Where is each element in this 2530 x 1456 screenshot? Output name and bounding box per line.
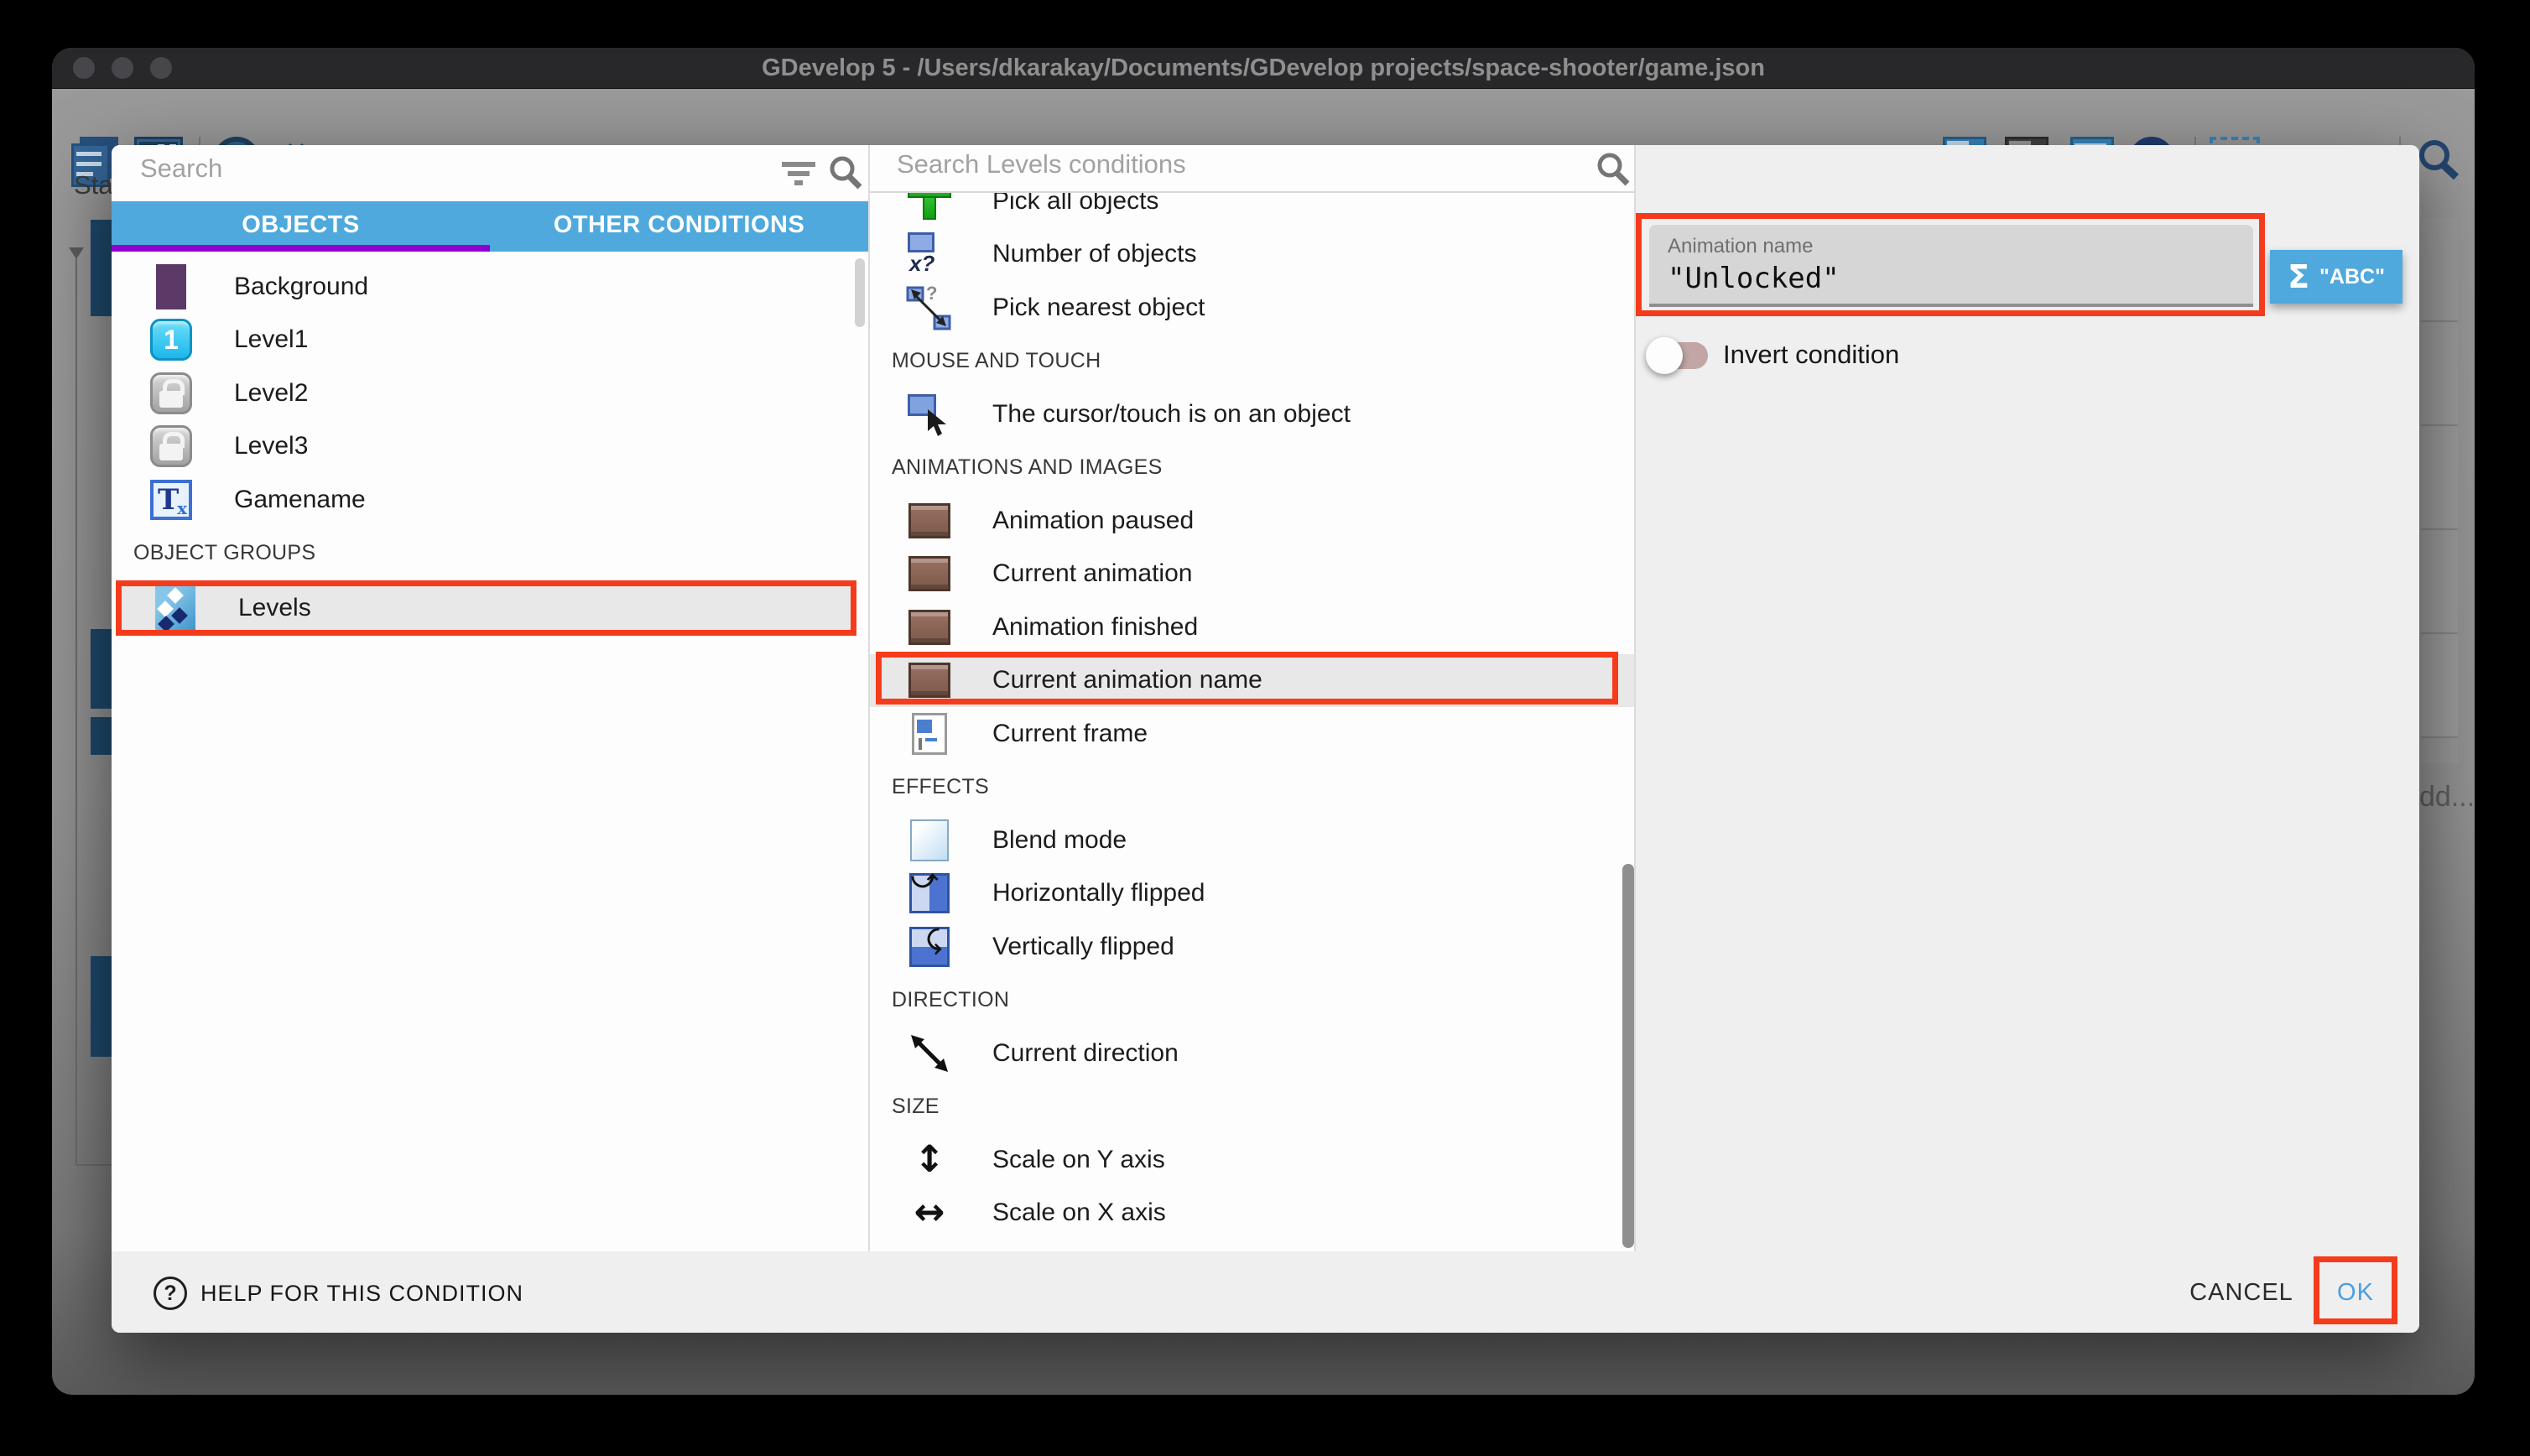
window-title: GDevelop 5 - /Users/dkarakay/Documents/G…	[52, 48, 2475, 88]
condition-section: EFFECTS	[870, 761, 1634, 814]
svg-text:?: ?	[926, 284, 937, 304]
object-row-background[interactable]: Background	[112, 260, 868, 314]
level1-object-icon: 1	[142, 315, 200, 365]
ok-button[interactable]: OK	[2318, 1275, 2393, 1310]
objects-list: Background 1 Level1 Level2 Level3 Tx Gam…	[112, 252, 868, 1251]
condition-row[interactable]: Pick all objects	[870, 193, 1634, 228]
event-tree-line	[75, 257, 77, 1166]
sigma-icon: Σ	[2288, 258, 2309, 295]
object-row-gamename[interactable]: Tx Gamename	[112, 473, 868, 527]
event-tree-line	[75, 1164, 112, 1166]
invert-condition-label: Invert condition	[1723, 340, 1899, 370]
conditions-panel: Pick all objects x? Number of objects	[868, 145, 1636, 1251]
pick-all-objects-icon	[900, 193, 959, 226]
animation-name-label: Animation name	[1668, 235, 1813, 258]
film-strip-icon	[900, 549, 959, 599]
text-object-icon: Tx	[142, 475, 200, 525]
object-row-level1[interactable]: 1 Level1	[112, 314, 868, 367]
condition-parameters-panel: Check the animation by played by the obj…	[1636, 145, 2419, 1251]
condition-row[interactable]: Blend mode	[870, 814, 1634, 867]
film-strip-icon	[900, 602, 959, 653]
lock-icon	[142, 368, 200, 419]
help-link[interactable]: HELP FOR THIS CONDITION	[154, 1277, 523, 1310]
condition-section: ANIMATIONS AND IMAGES	[870, 441, 1634, 495]
condition-row[interactable]: x? Number of objects	[870, 228, 1634, 282]
gdevelop-window: GDevelop 5 - /Users/dkarakay/Documents/G…	[52, 48, 2475, 1395]
choose-condition-dialog: OBJECTS OTHER CONDITIONS Background 1 Le…	[112, 145, 2419, 1333]
scale-x-icon: ↔	[900, 1188, 959, 1238]
direction-icon	[900, 1028, 959, 1079]
objects-panel: OBJECTS OTHER CONDITIONS Background 1 Le…	[112, 145, 868, 1251]
condition-section: MOUSE AND TOUCH	[870, 335, 1634, 388]
event-block	[91, 956, 112, 1057]
condition-section: SIZE	[870, 1080, 1634, 1134]
conditions-scrollbar[interactable]	[1622, 864, 1634, 1248]
film-strip-icon	[900, 496, 959, 546]
condition-row[interactable]: ↕ Scale on Y axis	[870, 1133, 1634, 1187]
expression-editor-button[interactable]: Σ "ABC"	[2270, 250, 2402, 304]
condition-row[interactable]: Animation paused	[870, 494, 1634, 548]
condition-section: DIRECTION	[870, 974, 1634, 1027]
tab-objects[interactable]: OBJECTS	[112, 201, 490, 252]
object-group-icon	[146, 583, 205, 633]
condition-row[interactable]: ? Pick nearest object	[870, 281, 1634, 335]
condition-row[interactable]: ⤻ Horizontally flipped	[870, 867, 1634, 921]
condition-row[interactable]: The cursor/touch is on an object	[870, 387, 1634, 441]
current-frame-icon	[900, 709, 959, 759]
background-tab-label: Sta	[74, 170, 113, 200]
object-group-row-levels[interactable]: Levels	[116, 580, 856, 636]
cursor-on-object-icon	[900, 389, 959, 439]
lock-icon	[142, 421, 200, 471]
condition-row[interactable]: ⤻ Vertically flipped	[870, 920, 1634, 974]
condition-row[interactable]: Current frame	[870, 707, 1634, 761]
number-of-objects-icon: x?	[900, 229, 959, 279]
cancel-button[interactable]: CANCEL	[2183, 1275, 2300, 1310]
animation-name-value[interactable]: "Unlocked"	[1668, 262, 1840, 295]
event-block	[91, 629, 112, 709]
object-row-level2[interactable]: Level2	[112, 367, 868, 420]
background-properties-rows	[2421, 218, 2458, 763]
active-tab-underline	[112, 245, 490, 252]
background-partial-text: dd...	[2419, 781, 2475, 814]
animation-name-field[interactable]: Animation name "Unlocked"	[1649, 225, 2253, 307]
objects-search-input[interactable]	[138, 153, 653, 185]
help-icon	[154, 1277, 187, 1310]
objects-scrollbar[interactable]	[855, 258, 865, 327]
condition-row[interactable]: Current direction	[870, 1027, 1634, 1080]
condition-row[interactable]: Current animation	[870, 548, 1634, 601]
event-block	[91, 220, 112, 316]
horizontal-flip-icon: ⤻	[900, 868, 959, 918]
search-icon[interactable]	[2414, 137, 2463, 190]
event-block	[91, 717, 112, 755]
pick-nearest-object-icon: ?	[900, 283, 959, 333]
object-groups-header: OBJECT GROUPS	[112, 527, 868, 580]
vertical-flip-icon: ⤻	[900, 922, 959, 972]
condition-row-current-animation-name[interactable]: Current animation name	[870, 654, 1634, 708]
invert-condition-toggle-knob[interactable]	[1646, 337, 1683, 374]
scale-y-icon: ↕	[900, 1135, 959, 1185]
objects-search-bar	[112, 145, 868, 201]
tab-other-conditions[interactable]: OTHER CONDITIONS	[490, 201, 868, 252]
film-strip-icon	[900, 655, 959, 705]
dialog-footer: HELP FOR THIS CONDITION CANCEL OK	[112, 1251, 2419, 1333]
blend-mode-icon	[900, 815, 959, 866]
condition-row[interactable]: ↔ Scale on X axis	[870, 1187, 1634, 1240]
titlebar: GDevelop 5 - /Users/dkarakay/Documents/G…	[52, 48, 2475, 89]
conditions-list: Pick all objects x? Number of objects	[870, 193, 1634, 1251]
conditions-tabbar: OBJECTS OTHER CONDITIONS	[112, 201, 868, 252]
object-row-level3[interactable]: Level3	[112, 420, 868, 474]
background-object-icon	[142, 262, 200, 312]
conditions-search-input[interactable]	[895, 148, 1416, 180]
conditions-search-bar	[870, 145, 1634, 193]
condition-row[interactable]: Animation finished	[870, 601, 1634, 654]
